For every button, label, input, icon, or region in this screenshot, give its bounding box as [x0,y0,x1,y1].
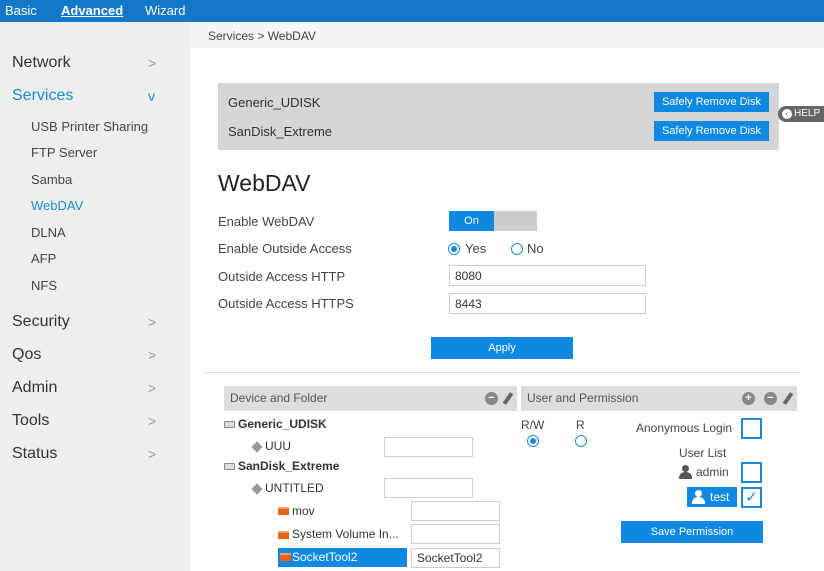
user-icon [691,490,705,504]
anonymous-login-label: Anonymous Login [636,421,733,435]
outside-access-label: Enable Outside Access [218,241,352,256]
enable-webdav-label: Enable WebDAV [218,214,315,229]
permission-r-radio[interactable] [575,435,587,447]
user-permission-header: User and Permission + − [521,386,797,411]
https-port-input[interactable] [449,293,646,314]
disk-name-sandisk: SanDisk_Extreme [228,124,333,139]
chevron-right-icon: > [148,413,157,429]
nav-basic[interactable]: Basic [5,3,37,18]
chevron-down-icon: v [148,88,155,104]
folder-icon [278,507,289,515]
no-label: No [527,241,544,256]
folder-icon [280,553,291,561]
apply-button[interactable]: Apply [431,337,573,359]
sidebar-sub-webdav[interactable]: WebDAV [31,198,83,213]
folder-icon [278,531,289,539]
share-name-input[interactable] [411,524,500,544]
toggle-on-label: On [449,211,494,231]
tree-folder-system-volume[interactable]: System Volume In... [292,527,399,541]
rw-label: R/W [521,418,545,432]
chevron-right-icon: > [148,347,157,363]
r-label: R [576,418,585,432]
sidebar-sub-afp[interactable]: AFP [31,251,56,266]
chevron-right-icon: > [148,55,157,71]
sidebar-item-services[interactable]: Services [12,87,73,105]
nav-wizard[interactable]: Wizard [145,3,185,18]
tree-folder-mov[interactable]: mov [292,504,315,518]
share-name-input[interactable] [411,501,500,521]
device-folder-header: Device and Folder − [224,386,517,411]
sidebar-sub-ftp[interactable]: FTP Server [31,145,97,160]
sidebar: Network > Services v USB Printer Sharing… [0,22,190,571]
http-label: Outside Access HTTP [218,269,346,284]
tree-folder-sockettool2[interactable]: SocketTool2 [292,550,357,564]
edit-icon[interactable] [502,392,514,405]
breadcrumb-bar: Services > WebDAV [190,22,824,48]
disk-icon [224,421,235,428]
outside-access-no-radio[interactable] [511,243,523,255]
sidebar-item-status[interactable]: Status [12,445,57,463]
yes-label: Yes [465,241,487,256]
chevron-right-icon: > [148,314,157,330]
http-port-input[interactable] [449,265,646,286]
chevron-right-icon: > [148,380,157,396]
chevron-right-icon: > [148,446,157,462]
tree-disk-generic[interactable]: Generic_UDISK [238,417,327,431]
user-test[interactable]: test [710,490,729,504]
enable-webdav-toggle[interactable]: On [449,211,537,231]
disk-icon [224,463,235,470]
help-tab[interactable]: ‹ HELP [778,106,824,122]
sidebar-item-admin[interactable]: Admin [12,379,57,397]
share-name-input[interactable] [411,548,500,568]
edit-icon[interactable] [782,392,794,405]
https-label: Outside Access HTTPS [218,296,354,311]
sidebar-sub-dlna[interactable]: DLNA [31,225,66,240]
user-admin[interactable]: admin [696,465,729,479]
user-icon [678,465,692,479]
remove-icon[interactable]: − [485,392,498,405]
sidebar-sub-samba[interactable]: Samba [31,172,72,187]
disk-name-generic: Generic_UDISK [228,95,321,110]
sidebar-item-qos[interactable]: Qos [12,346,41,364]
disk-panel: Generic_UDISK Safely Remove Disk SanDisk… [218,83,779,150]
nav-advanced[interactable]: Advanced [61,3,123,18]
device-folder-title: Device and Folder [230,391,328,405]
user-permission-title: User and Permission [527,391,639,405]
tree-volume-uuu[interactable]: UUU [265,439,291,453]
sidebar-sub-usb-printer[interactable]: USB Printer Sharing [31,119,148,134]
add-icon[interactable]: + [742,392,755,405]
share-name-input[interactable] [384,478,473,498]
arrow-left-icon: ‹ [782,109,792,119]
tree-disk-sandisk[interactable]: SanDisk_Extreme [238,459,339,473]
volume-icon [251,483,263,495]
sidebar-item-tools[interactable]: Tools [12,412,49,430]
sidebar-item-network[interactable]: Network [12,54,71,72]
user-list-label: User List [679,446,727,460]
page-title: WebDAV [218,170,311,196]
remove-icon[interactable]: − [764,392,777,405]
user-test-checkbox[interactable]: ✓ [741,487,762,508]
user-admin-checkbox[interactable] [741,462,762,483]
divider [204,372,800,373]
safely-remove-disk-button[interactable]: Safely Remove Disk [654,121,769,141]
share-name-input[interactable] [384,437,473,457]
top-nav-bar: Basic Advanced Wizard [0,0,824,22]
save-permission-button[interactable]: Save Permission [621,521,763,543]
sidebar-sub-nfs[interactable]: NFS [31,278,57,293]
breadcrumb: Services > WebDAV [208,29,316,43]
outside-access-yes-radio[interactable] [448,243,460,255]
permission-rw-radio[interactable] [527,435,539,447]
safely-remove-disk-button[interactable]: Safely Remove Disk [654,92,769,112]
volume-icon [251,441,263,453]
anonymous-login-checkbox[interactable] [741,418,762,439]
tree-volume-untitled[interactable]: UNTITLED [265,481,324,495]
help-label: HELP [794,108,821,119]
sidebar-item-security[interactable]: Security [12,313,70,331]
